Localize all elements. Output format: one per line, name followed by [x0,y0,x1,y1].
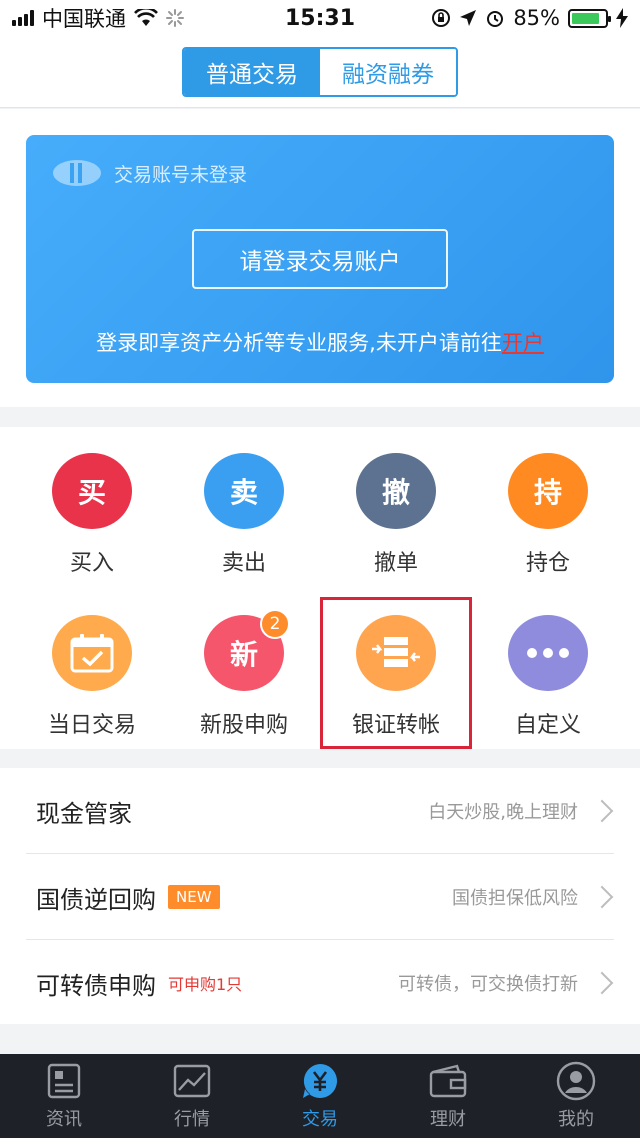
charging-icon [616,8,628,28]
new-stock-icon: 新 2 [204,609,290,691]
row-desc: 白天炒股,晚上理财 [428,802,578,823]
chevron-right-icon [590,799,614,823]
alarm-icon [487,11,504,27]
bottom-tab-bar: 资讯 行情 交易 理财 我的 [0,1054,640,1138]
grid-item-cancel-order[interactable]: 撤 撤单 [320,427,472,577]
rotation-lock-icon [432,9,451,27]
grid-item-buy[interactable]: 买 买入 [16,427,168,577]
chevron-right-icon [590,885,614,909]
notification-badge: 2 [260,609,290,639]
more-dots-icon [508,615,588,691]
list-item-cash-manager[interactable]: 现金管家 白天炒股,晚上理财 [0,768,640,854]
location-icon [460,10,477,26]
battery-icon [568,8,611,28]
tab-normal-trade[interactable]: 普通交易 [184,48,320,95]
new-tag: NEW [168,885,220,909]
login-section: 交易账号未登录 请登录交易账户 登录即享资产分析等专业服务,未开户请前往开户 [0,109,640,407]
login-button[interactable]: 请登录交易账户 [192,229,448,289]
login-tip: 登录即享资产分析等专业服务,未开户请前往开户 [26,327,614,357]
tab-margin-trade[interactable]: 融资融券 [320,48,456,95]
tab-label: 交易 [302,1109,338,1130]
tab-mine[interactable]: 我的 [512,1054,640,1138]
tab-wealth[interactable]: 理财 [384,1054,512,1138]
tab-label: 我的 [558,1109,594,1130]
battery-percent: 85% [513,6,560,30]
grid-item-sell[interactable]: 卖 卖出 [168,427,320,577]
service-list: 现金管家 白天炒股,晚上理财 国债逆回购 NEW 国债担保低风险 可转债申购 可… [0,768,640,1024]
broker-logo-icon [53,160,101,186]
highlight-box [320,597,472,749]
grid-item-positions[interactable]: 持 持仓 [472,427,624,577]
grid-label: 持仓 [525,551,570,576]
grid-label: 买入 [69,551,114,576]
function-grid: 买 买入 卖 卖出 撤 撤单 持 持仓 当日交易 新 2 新股申购 银证转帐 自… [0,427,640,749]
tab-news[interactable]: 资讯 [0,1054,128,1138]
row-title: 可转债申购 [36,971,156,1000]
header: 普通交易 融资融券 [0,36,640,108]
grid-label: 撤单 [373,551,418,576]
grid-item-customize[interactable]: 自定义 [472,589,624,739]
grid-item-today-trades[interactable]: 当日交易 [16,589,168,739]
tab-trade[interactable]: 交易 [256,1054,384,1138]
subscribe-count-tag: 可申购1只 [168,975,243,994]
grid-label: 卖出 [221,551,266,576]
account-status: 交易账号未登录 [114,163,248,186]
trade-type-switch: 普通交易 融资融券 [182,46,458,97]
cancel-order-icon: 撤 [356,453,436,529]
open-account-link[interactable]: 开户 [502,331,544,355]
grid-item-ipo-subscribe[interactable]: 新 2 新股申购 [168,589,320,739]
row-title: 现金管家 [36,799,132,828]
chart-icon [173,1064,211,1098]
buy-icon: 买 [52,453,132,529]
tab-label: 行情 [174,1109,210,1130]
tab-label: 资讯 [46,1109,82,1130]
list-item-reverse-repo[interactable]: 国债逆回购 NEW 国债担保低风险 [0,854,640,940]
wifi-icon [134,9,158,26]
positions-icon: 持 [508,453,588,529]
status-bar: 中国联通 15:31 85% [0,0,640,36]
row-desc: 可转债，可交换债打新 [398,974,578,995]
wallet-icon [429,1064,467,1098]
clock: 15:31 [284,5,356,31]
sell-icon: 卖 [204,453,284,529]
tab-label: 理财 [430,1109,466,1130]
loading-icon [166,9,184,27]
chevron-right-icon [590,971,614,995]
grid-label: 自定义 [514,713,581,738]
yuan-icon [303,1064,337,1098]
tab-market[interactable]: 行情 [128,1054,256,1138]
signal-icon [12,10,34,26]
news-icon [47,1063,81,1099]
grid-label: 当日交易 [47,713,136,738]
carrier-label: 中国联通 [42,7,126,31]
row-desc: 国债担保低风险 [452,888,578,909]
grid-label: 新股申购 [199,713,288,738]
list-item-convertible-bond[interactable]: 可转债申购 可申购1只 可转债，可交换债打新 [0,940,640,1026]
calendar-check-icon [52,615,132,691]
login-card: 交易账号未登录 请登录交易账户 登录即享资产分析等专业服务,未开户请前往开户 [26,135,614,383]
user-icon [556,1061,596,1101]
row-title: 国债逆回购 [36,885,156,914]
login-tip-text: 登录即享资产分析等专业服务,未开户请前往 [96,331,502,355]
